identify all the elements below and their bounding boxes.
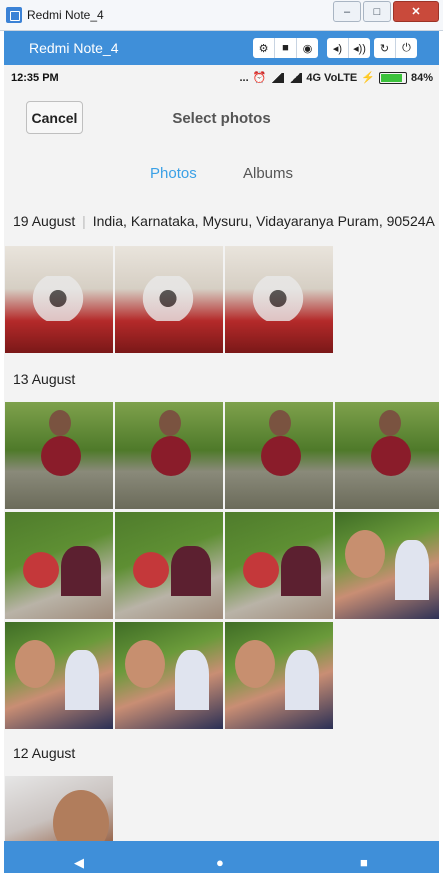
emulator-toolbar: Redmi Note_4 ⚙ ■ ◉ ◂) ◂)) ↻ ⏻: [4, 31, 439, 65]
network-type: 4G VoLTE: [306, 71, 358, 84]
minimize-button[interactable]: –: [333, 1, 361, 22]
power-icon[interactable]: ⏻: [396, 38, 417, 58]
photo-thumbnail[interactable]: [115, 402, 223, 509]
photo-thumbnail[interactable]: [5, 512, 113, 619]
battery-icon: [378, 71, 407, 84]
photo-thumbnail[interactable]: [335, 402, 439, 509]
android-nav-bar: ◀ ● ■: [4, 841, 439, 873]
photo-thumbnail[interactable]: [335, 512, 439, 619]
device-title: Redmi Note_4: [29, 40, 119, 56]
tab-albums[interactable]: Albums: [243, 165, 293, 182]
photo-thumbnail[interactable]: [225, 622, 333, 729]
window-title-bar: Redmi Note_4 – □ ✕: [0, 0, 443, 31]
cancel-button[interactable]: Cancel: [26, 101, 83, 134]
status-time: 12:35 PM: [11, 72, 59, 84]
section-header: 19 August | India, Karnataka, Mysuru, Vi…: [13, 213, 435, 229]
photo-thumbnail[interactable]: [115, 246, 223, 353]
signal-icon: [270, 72, 285, 83]
photo-thumbnail[interactable]: [5, 402, 113, 509]
phone-screen: 12:35 PM ... ⏰ 4G VoLTE ⚡ 84% Select pho…: [4, 65, 439, 873]
photo-thumbnail[interactable]: [225, 402, 333, 509]
photo-grid: 19 August | India, Karnataka, Mysuru, Vi…: [4, 198, 439, 873]
camera-icon[interactable]: ◉: [297, 38, 318, 58]
battery-percent: 84%: [410, 71, 433, 84]
section-location: India, Karnataka, Mysuru, Vidayaranya Pu…: [92, 213, 435, 229]
close-button[interactable]: ✕: [393, 1, 439, 22]
section-date: 13 August: [13, 371, 76, 387]
gear-icon[interactable]: ⚙: [253, 38, 275, 58]
back-icon[interactable]: ◀: [74, 855, 90, 871]
capture-controls: ⚙ ■ ◉: [253, 38, 318, 58]
photo-thumbnail[interactable]: [225, 246, 333, 353]
signal-icon-2: [288, 72, 303, 83]
tab-photos[interactable]: Photos: [150, 165, 197, 182]
window-title: Redmi Note_4: [27, 8, 104, 22]
status-bar: 12:35 PM ... ⏰ 4G VoLTE ⚡ 84%: [4, 65, 439, 91]
volume-controls: ◂) ◂)): [327, 38, 370, 58]
status-indicators: ... ⏰ 4G VoLTE ⚡ 84%: [235, 71, 433, 84]
rotate-icon[interactable]: ↻: [374, 38, 396, 58]
separator: |: [82, 213, 86, 229]
window-controls: – □ ✕: [331, 1, 439, 22]
volume-up-icon[interactable]: ◂)): [349, 38, 370, 58]
maximize-button[interactable]: □: [363, 1, 391, 22]
recents-icon[interactable]: ■: [360, 855, 376, 871]
photo-thumbnail[interactable]: [225, 512, 333, 619]
home-icon[interactable]: ●: [216, 855, 232, 871]
section-date: 19 August: [13, 213, 76, 229]
app-icon: [6, 7, 22, 23]
tab-bar: Photos Albums: [4, 143, 439, 198]
volume-down-icon[interactable]: ◂): [327, 38, 349, 58]
charging-icon: ⚡: [361, 72, 375, 84]
more-dots: ...: [239, 71, 249, 84]
alarm-icon: ⏰: [252, 72, 267, 84]
photo-thumbnail[interactable]: [5, 246, 113, 353]
section-date: 12 August: [13, 745, 76, 761]
photo-thumbnail[interactable]: [5, 622, 113, 729]
device-controls: ↻ ⏻: [374, 38, 417, 58]
picker-header: Select photos Cancel: [4, 91, 439, 143]
photo-thumbnail[interactable]: [115, 622, 223, 729]
video-icon[interactable]: ■: [275, 38, 297, 58]
photo-thumbnail[interactable]: [115, 512, 223, 619]
